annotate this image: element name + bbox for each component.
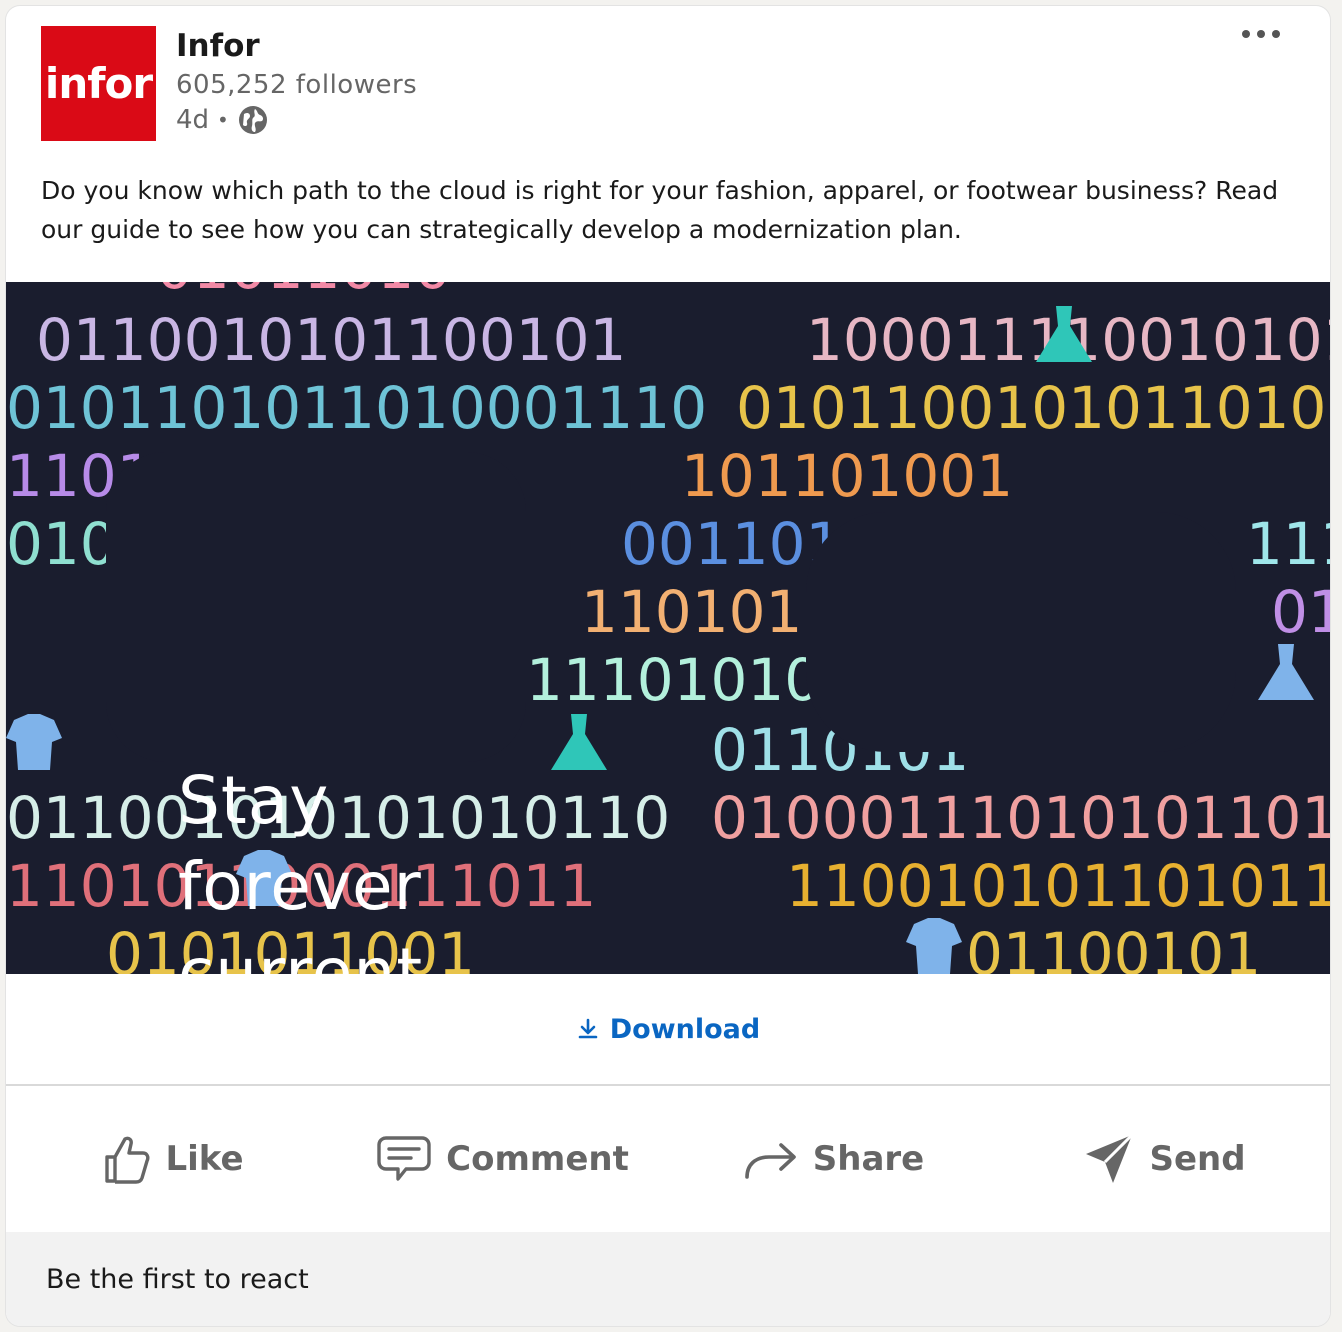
headline-backdrop [106,452,526,762]
download-icon [578,1018,598,1039]
binary-digit-row: 01011001010110101101 [736,374,1330,442]
comment-button[interactable]: Comment [337,1086,668,1232]
send-label: Send [1149,1139,1246,1179]
dress-icon [1258,644,1314,700]
dress-icon [551,714,607,770]
banner-headline: Stay forever current [178,758,423,974]
binary-digit-row: 0101101011010001110 [6,374,707,442]
share-label: Share [812,1139,925,1179]
download-label: Download [609,1013,761,1045]
follower-count: 605,252 followers [176,70,418,100]
post-age: 4d [176,105,210,135]
download-bar: Download [6,974,1330,1086]
feed-post-card: infor Infor 605,252 followers 4d • Do yo… [6,6,1330,1326]
share-icon [744,1143,796,1179]
reactions-summary: Be the first to react [6,1232,1330,1326]
author-name[interactable]: Infor [176,28,260,64]
binary-digit-row: 0100011101010110110 [711,784,1330,852]
binary-digit-row: 0110101 [1271,578,1330,646]
like-icon [105,1136,150,1184]
post-text: Do you know which path to the cloud is r… [41,176,1279,244]
post-meta: 4d • [176,104,269,136]
more-icon [1242,30,1250,38]
comment-icon [377,1136,431,1181]
document-banner-image[interactable]: 0101101001100101011001011000111100101010… [6,282,1330,974]
binary-digit-row: 101101001 [681,442,1013,510]
binary-digit-row: 11101011 [1246,510,1330,578]
send-button[interactable]: Send [999,1086,1330,1232]
more-options-button[interactable] [1242,30,1280,38]
shirt-icon [6,714,62,770]
globe-icon [238,106,267,134]
logo-text: infor [44,59,153,108]
binary-digit-row: 0110010101100101 [36,306,626,374]
binary-digit-row: 11001010110101101 [786,852,1330,920]
download-button[interactable]: Download [576,1014,760,1045]
comment-label: Comment [446,1139,629,1179]
meta-separator: • [217,108,229,132]
shirt-icon [906,918,962,974]
company-logo[interactable]: infor [41,26,156,141]
like-button[interactable]: Like [6,1086,337,1232]
pattern-void [806,512,1236,752]
social-actions-bar: Like Comment Share Send [6,1086,1330,1232]
reactions-text: Be the first to react [46,1263,309,1295]
headline-line: current [178,934,424,974]
binary-digit-row: 1101010 [581,578,839,646]
send-icon [1086,1133,1134,1183]
share-button[interactable]: Share [668,1086,999,1232]
headline-line: Stay [178,762,330,839]
like-label: Like [165,1139,244,1179]
binary-digit-row: 01100101 [966,920,1261,974]
headline-line: forever [178,848,422,925]
binary-digit-row: 01011010 [156,282,451,302]
